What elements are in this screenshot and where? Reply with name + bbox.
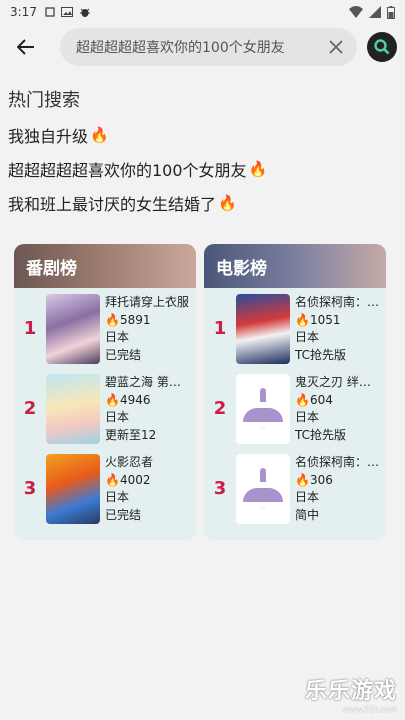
notification-square-icon	[45, 7, 55, 17]
fire-icon: 🔥	[248, 160, 268, 178]
hot-search-item[interactable]: 超超超超超喜欢你的100个女朋友 🔥	[8, 158, 405, 180]
item-region: 日本	[105, 410, 130, 424]
back-button[interactable]	[8, 29, 44, 65]
item-status: TC抢先版	[295, 427, 347, 442]
fire-icon: 🔥	[105, 472, 120, 487]
movie-ranking-title: 电影榜	[204, 244, 386, 288]
image-icon	[60, 7, 73, 17]
item-title: 名侦探柯南：百万美元的五棱星	[295, 295, 381, 309]
search-input[interactable]	[76, 39, 325, 55]
rank-number: 3	[23, 478, 37, 499]
item-status: 简中	[295, 507, 320, 522]
back-arrow-icon	[17, 39, 34, 55]
status-bar: 3:17	[0, 0, 405, 24]
fire-icon: 🔥	[218, 194, 237, 212]
heat-count: 4002	[119, 472, 151, 487]
placeholder-poster: ···	[236, 454, 290, 524]
item-status: TC抢先版	[295, 347, 347, 362]
item-title: 拜托请穿上衣服	[105, 295, 190, 309]
fire-icon: 🔥	[105, 312, 120, 327]
heat-count: 1051	[309, 312, 341, 327]
item-status: 已完结	[105, 507, 142, 522]
bug-icon	[79, 8, 90, 17]
drama-ranking-card: 番剧榜 1 拜托请穿上衣服 🔥5891 日本 已完结 2 碧蓝之海 第二季 🔥4…	[14, 244, 196, 540]
heat-count: 306	[309, 472, 333, 487]
item-title: 名侦探柯南：黑铁的鱼影	[295, 455, 381, 469]
item-status: 已完结	[105, 347, 142, 362]
fire-icon: 🔥	[295, 472, 310, 487]
heat-count: 4946	[119, 392, 151, 407]
rank-number: 1	[23, 318, 37, 339]
item-region: 日本	[295, 410, 320, 424]
search-box	[60, 28, 357, 66]
list-item[interactable]: 3 火影忍者 🔥4002 日本 已完结	[14, 448, 196, 528]
item-region: 日本	[105, 330, 130, 344]
search-bar	[0, 24, 405, 70]
list-item[interactable]: 1 名侦探柯南：百万美元的五棱星 🔥1051 日本 TC抢先版	[204, 288, 386, 368]
list-item[interactable]: 2 ··· 鬼灭之刃 绊之奇迹 🔥604 日本 TC抢先版	[204, 368, 386, 448]
list-item[interactable]: 1 拜托请穿上衣服 🔥5891 日本 已完结	[14, 288, 196, 368]
rank-number: 2	[23, 398, 37, 419]
poster-image	[46, 374, 100, 444]
battery-icon	[387, 5, 395, 19]
rank-number: 3	[213, 478, 227, 499]
hot-search-item[interactable]: 我独自升级 🔥	[8, 124, 405, 146]
watermark-url: www.61t.com	[342, 705, 397, 714]
wifi-icon	[349, 6, 363, 18]
hot-search-title: 热门搜索	[8, 90, 80, 111]
item-region: 日本	[295, 490, 320, 504]
fire-icon: 🔥	[105, 392, 120, 407]
search-icon	[374, 39, 390, 55]
heat-count: 5891	[119, 312, 151, 327]
drama-ranking-title: 番剧榜	[14, 244, 196, 288]
search-button[interactable]	[367, 32, 397, 62]
placeholder-poster: ···	[236, 374, 290, 444]
rank-number: 2	[213, 398, 227, 419]
rocket-icon	[260, 467, 266, 482]
fire-icon: 🔥	[295, 392, 310, 407]
watermark-logo: 乐乐游戏	[304, 679, 397, 704]
watermark: 乐乐游戏 www.61t.com	[305, 673, 397, 714]
poster-image	[46, 454, 100, 524]
fire-icon: 🔥	[90, 126, 109, 144]
poster-image	[236, 294, 290, 364]
fire-icon: 🔥	[295, 312, 310, 327]
clear-search-button[interactable]	[325, 36, 347, 58]
item-region: 日本	[105, 490, 130, 504]
signal-icon	[369, 6, 381, 18]
hot-search-item[interactable]: 我和班上最讨厌的女生结婚了 🔥	[8, 192, 405, 214]
rocket-icon	[260, 387, 266, 402]
heat-count: 604	[309, 392, 333, 407]
close-icon	[329, 40, 343, 54]
rankings: 番剧榜 1 拜托请穿上衣服 🔥5891 日本 已完结 2 碧蓝之海 第二季 🔥4…	[14, 244, 386, 540]
movie-ranking-card: 电影榜 1 名侦探柯南：百万美元的五棱星 🔥1051 日本 TC抢先版 2 ··…	[204, 244, 386, 540]
rank-number: 1	[213, 318, 227, 339]
item-status: 更新至12	[105, 427, 157, 442]
item-region: 日本	[295, 330, 320, 344]
status-time: 3:17	[10, 5, 37, 19]
poster-image	[46, 294, 100, 364]
list-item[interactable]: 2 碧蓝之海 第二季 🔥4946 日本 更新至12	[14, 368, 196, 448]
list-item[interactable]: 3 ··· 名侦探柯南：黑铁的鱼影 🔥306 日本 简中	[204, 448, 386, 528]
item-title: 鬼灭之刃 绊之奇迹	[295, 375, 381, 389]
item-title: 火影忍者	[105, 455, 154, 469]
item-title: 碧蓝之海 第二季	[105, 375, 191, 389]
